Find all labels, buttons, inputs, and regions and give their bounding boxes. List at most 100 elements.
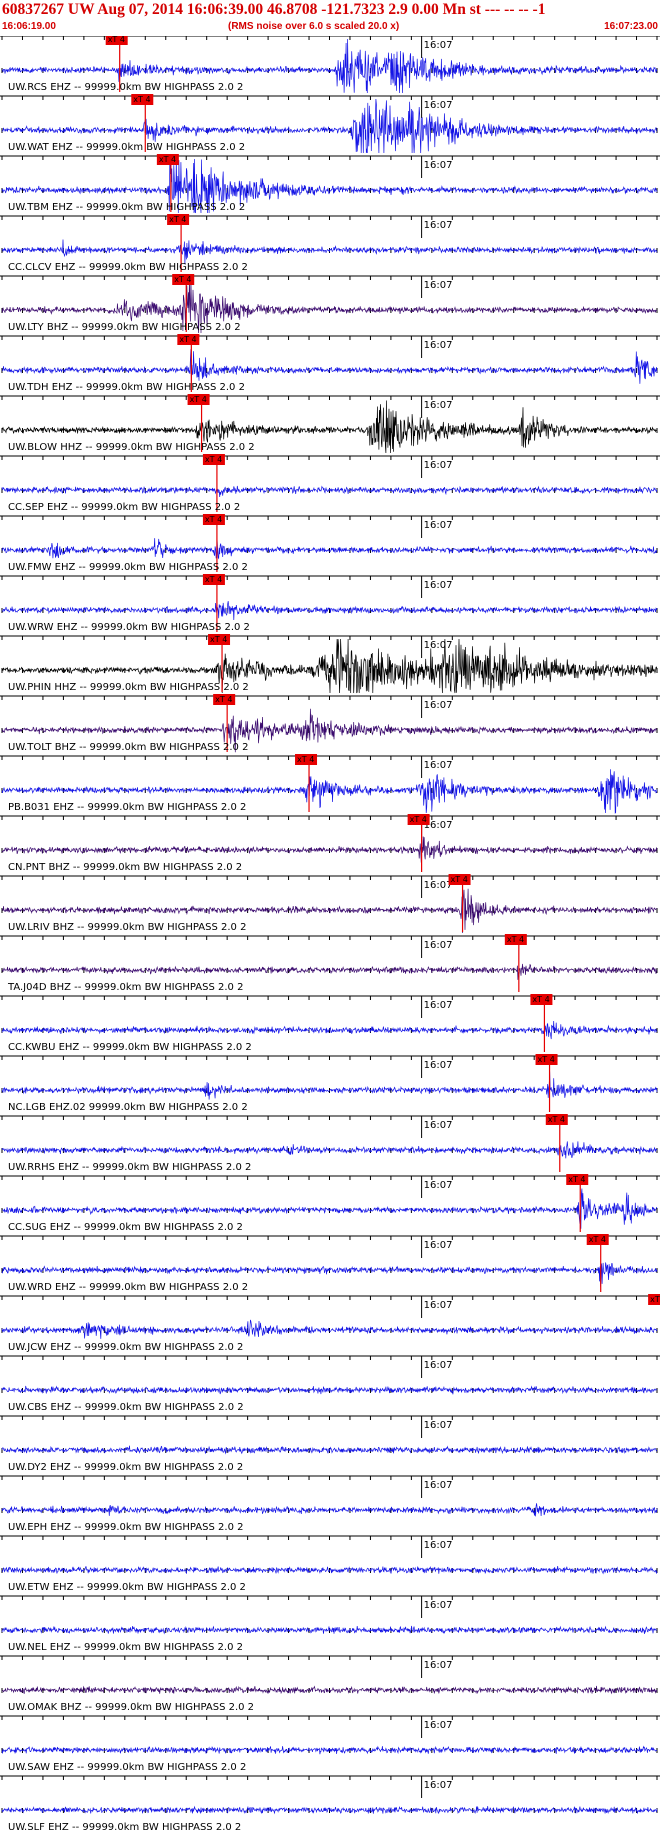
channel-label: UW.SLF EHZ -- 99999.0km BW HIGHPASS 2.0 … [8, 1822, 241, 1833]
channel-label: UW.WRW EHZ -- 99999.0km BW HIGHPASS 2.0 … [8, 622, 250, 633]
header: 60837267 UW Aug 07, 2014 16:06:39.00 46.… [0, 0, 660, 36]
scale-note: (RMS noise over 6.0 s scaled 20.0 x) [228, 21, 400, 32]
channel-label: UW.NEL EHZ -- 99999.0km BW HIGHPASS 2.0 … [8, 1642, 243, 1653]
waveform-trace [1, 1503, 658, 1517]
pick-label: xT 4 [179, 335, 196, 344]
waveform-trace [1, 239, 658, 265]
waveform-trace [1, 1071, 658, 1100]
trace-panel: 16:07 xT 4 UW.WRD EHZ -- 99999.0km BW HIGH… [0, 1234, 660, 1293]
pick-label: xT 4 [205, 515, 222, 524]
trace-panel: 16:07 xT 4 UW.TOLT BHZ -- 99999.0km BW HIG… [0, 694, 660, 753]
waveform-trace [1, 1385, 658, 1395]
trace-panel: 16:07 UW.OMAK BHZ -- 99999.0km BW HIGHPAS… [0, 1655, 660, 1713]
minute-label: 16:07 [424, 1540, 453, 1551]
channel-label: UW.JCW EHZ -- 99999.0km BW HIGHPASS 2.0 … [8, 1342, 243, 1353]
channel-label: UW.EPH EHZ -- 99999.0km BW HIGHPASS 2.0 … [8, 1522, 243, 1533]
pick-label: xT 4 [210, 635, 227, 644]
pick-label: xT 4 [538, 1055, 555, 1064]
channel-label: UW.PHIN HHZ -- 99999.0km BW HIGHPASS 2.0… [8, 682, 249, 693]
channel-label: UW.TOLT BHZ -- 99999.0km BW HIGHPASS 2.0… [8, 742, 248, 753]
trace-panel: 16:07xT 4 UW.LRIV BHZ -- 99999.0km BW HIG… [0, 874, 660, 934]
minute-label: 16:07 [424, 880, 453, 891]
pick-label: xT 4 [507, 935, 524, 944]
channel-label: UW.BLOW HHZ -- 99999.0km BW HIGHPASS 2.0… [8, 442, 255, 453]
trace-panel: 16:07 UW.SLF EHZ -- 99999.0km BW HIGHPASS… [0, 1775, 660, 1833]
minute-label: 16:07 [424, 460, 453, 471]
pick-label: xT 4 [159, 155, 176, 164]
trace-panel: 16:07 xT 4 CC.SUG EHZ -- 99999.0km BW HIGH… [0, 1174, 660, 1233]
trace-panel: 16:07 xT 4 UW.WAT EHZ -- 99999.0km BW HIGH… [0, 94, 660, 154]
channel-label: UW.WRD EHZ -- 99999.0km BW HIGHPASS 2.0 … [8, 1282, 248, 1293]
trace-panel: 16:07 xT 4 UW.RRHS EHZ -- 99999.0km BW HIG… [0, 1114, 660, 1173]
seismogram-plot: 16:07xT 4UW.RCS EHZ -- 99999.0km BW HIGH… [0, 36, 660, 1833]
trace-panel: 16:07 UW.EPH EHZ -- 99999.0km BW HIGHPASS… [0, 1475, 660, 1533]
channel-label: TA.J04D BHZ -- 99999.0km BW HIGHPASS 2.0… [7, 982, 243, 993]
minute-label: 16:07 [424, 700, 453, 711]
minute-label: 16:07 [424, 940, 453, 951]
minute-label: 16:07 [424, 1660, 453, 1671]
trace-panel: 16:07xT 4CN.PNT BHZ -- 99999.0km BW HIGH… [0, 814, 660, 873]
channel-label: UW.SAW EHZ -- 99999.0km BW HIGHPASS 2.0 … [8, 1762, 246, 1773]
pick-label: xT 4 [410, 815, 427, 824]
minute-label: 16:07 [424, 1060, 453, 1071]
pick-label: xT 4 [548, 1115, 565, 1124]
trace-panel: 16:07 xT 4 UW.LTY BHZ -- 99999.0km BW HIGH… [0, 274, 660, 334]
channel-label: UW.ETW EHZ -- 99999.0km BW HIGHPASS 2.0 … [8, 1582, 246, 1593]
pick-label: xT 4 [650, 1295, 660, 1304]
pick-label: xT 4 [108, 36, 125, 44]
waveform-trace [1, 1020, 658, 1040]
channel-label: CC.CLCV EHZ -- 99999.0km BW HIGHPASS 2.0… [8, 262, 248, 273]
channel-label: CC.SUG EHZ -- 99999.0km BW HIGHPASS 2.0 … [8, 1222, 243, 1233]
channel-label: NC.LGB EHZ.02 99999.0km BW HIGHPASS 2.0 … [8, 1102, 248, 1113]
minute-label: 16:07 [424, 760, 453, 771]
minute-label: 16:07 [424, 1480, 453, 1491]
pick-label: xT 4 [205, 455, 222, 464]
channel-label: UW.LTY BHZ -- 99999.0km BW HIGHPASS 2.0 … [8, 322, 241, 333]
minute-label: 16:07 [424, 100, 453, 111]
trace-panel: 16:07 xT 4 UW.FMW EHZ -- 99999.0km BW HIGH… [0, 514, 660, 573]
pick-label: xT 4 [205, 575, 222, 584]
pick-label: xT 4 [133, 95, 150, 104]
minute-label: 16:07 [424, 340, 453, 351]
trace-panel: 16:07 xT 4 TA.J04D BHZ -- 99999.0km BW HIG… [0, 934, 660, 993]
minute-label: 16:07 [424, 1180, 453, 1191]
channel-label: UW.CBS EHZ -- 99999.0km BW HIGHPASS 2.0 … [8, 1402, 244, 1413]
minute-label: 16:07 [424, 1600, 453, 1611]
pick-label: xT 4 [190, 395, 207, 404]
trace-panel: 16:07 UW.NEL EHZ -- 99999.0km BW HIGHPASS… [0, 1595, 660, 1653]
start-time: 16:06:19.00 [2, 21, 56, 32]
trace-panel: 16:07 xT 4 CC.SEP EHZ -- 99999.0km BW HIGH… [0, 454, 660, 513]
trace-panel: 16:07 xT 4 NC.LGB EHZ.02 99999.0km BW HIGH… [0, 1054, 660, 1113]
minute-label: 16:07 [424, 1720, 453, 1731]
trace-panel: 16:07 xT 4 PB.B031 EHZ -- 99999.0km BW HIG… [0, 754, 660, 814]
minute-label: 16:07 [424, 1120, 453, 1131]
pick-label: xT 4 [215, 695, 232, 704]
channel-label: UW.FMW EHZ -- 99999.0km BW HIGHPASS 2.0 … [8, 562, 248, 573]
channel-label: CC.SEP EHZ -- 99999.0km BW HIGHPASS 2.0 … [8, 502, 240, 513]
minute-label: 16:07 [424, 160, 453, 171]
pick-label: xT 4 [532, 995, 549, 1004]
trace-panel: 16:07 xT 4 UW.JCW EHZ -- 99999.0km BW HIGH… [0, 1294, 660, 1353]
minute-label: 16:07 [424, 400, 453, 411]
minute-label: 16:07 [424, 1360, 453, 1371]
minute-label: 16:07 [424, 40, 453, 51]
waveform-trace [1, 349, 658, 384]
pick-label: xT 4 [589, 1235, 606, 1244]
minute-label: 16:07 [424, 1300, 453, 1311]
minute-label: 16:07 [424, 580, 453, 591]
channel-label: UW.WAT EHZ -- 99999.0km BW HIGHPASS 2.0 … [8, 142, 245, 153]
trace-panel: 16:07 xT 4 UW.RCS EHZ -- 99999.0km BW HIGH… [0, 36, 660, 94]
pick-label: xT 4 [451, 875, 468, 884]
channel-label: UW.OMAK BHZ -- 99999.0km BW HIGHPASS 2.0… [8, 1702, 254, 1713]
trace-panel: 16:07 xT 4 CC.CLCV EHZ -- 99999.0km BW HIG… [0, 214, 660, 273]
channel-label: UW.LRIV BHZ -- 99999.0km BW HIGHPASS 2.0… [8, 922, 246, 933]
channel-label: CC.KWBU EHZ -- 99999.0km BW HIGHPASS 2.0… [8, 1042, 252, 1053]
trace-panel: 16:07 xT 4 UW.BLOW HHZ -- 99999.0km BW HIG… [0, 394, 660, 454]
pick-label: xT 4 [174, 275, 191, 284]
end-time: 16:07:23.00 [604, 21, 658, 32]
waveform-trace [1, 1141, 658, 1159]
channel-label: PB.B031 EHZ -- 99999.0km BW HIGHPASS 2.0… [8, 802, 246, 813]
pick-label: xT 4 [568, 1175, 585, 1184]
event-title: 60837267 UW Aug 07, 2014 16:06:39.00 46.… [2, 1, 546, 18]
trace-panel: 16:07 xT 4 UW.PHIN HHZ -- 99999.0km BW HIG… [0, 634, 660, 694]
